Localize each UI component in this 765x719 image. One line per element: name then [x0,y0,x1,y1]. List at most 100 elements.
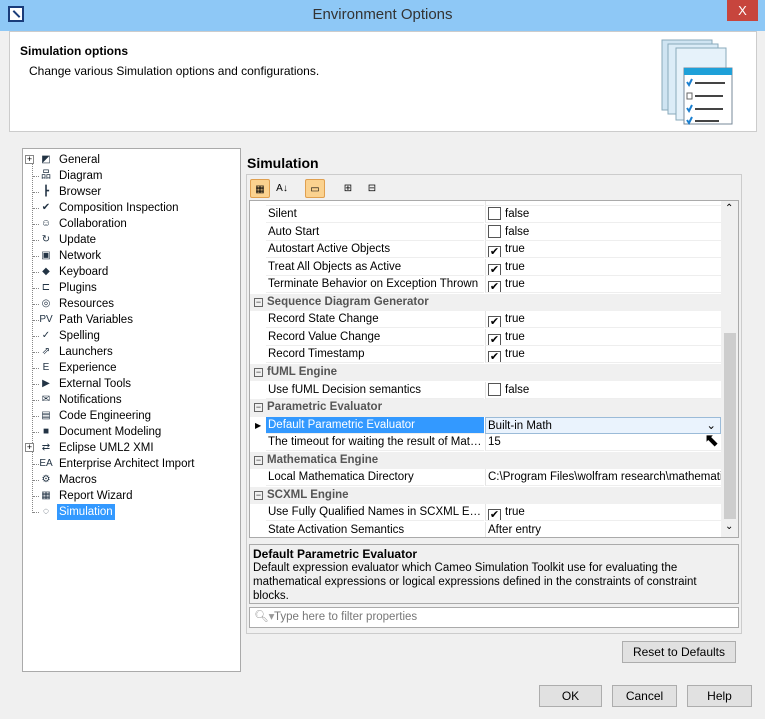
value-cell[interactable]: ✔ true [485,504,721,522]
property-row[interactable]: Silent false [250,206,721,224]
property-row[interactable]: ▶ Default Parametric Evaluator Built-in Ma… [250,416,721,435]
collapse-icon[interactable]: − [254,403,263,413]
property-name: Auto Start [266,223,484,241]
macros-icon: ⚙ [41,474,51,485]
panel-title: Simulation [247,155,319,171]
cancel-button[interactable]: Cancel [612,685,677,707]
checkbox[interactable]: ✔ [488,333,501,345]
property-row[interactable]: State Activation Semantics After entry [250,521,721,537]
plugins-icon: ⊏ [41,282,51,293]
property-value: true [505,330,525,343]
value-cell[interactable]: C:\Program Files\wolfram research\mathem… [485,469,721,487]
evaluator-dropdown[interactable]: Built-in Math ⌄ [485,416,721,434]
tree-item-label: Code Engineering [59,410,152,422]
expand-icon[interactable]: + [25,443,34,452]
checkbox[interactable]: ✔ [488,351,501,363]
category-header[interactable]: − fUML Engine [250,363,721,382]
ea-icon: EA [39,458,53,469]
collapse-all-button[interactable]: ⊟ [362,179,382,198]
document-modeling-icon: ■ [42,426,50,437]
property-value: C:\Program Files\wolfram research\mathem… [488,471,721,484]
help-button[interactable]: Help [687,685,752,707]
ok-button[interactable]: OK [539,685,602,707]
value-cell[interactable]: 15 [485,434,721,452]
property-row[interactable]: Record Timestamp ✔ true [250,346,721,364]
tree-item-label: Notifications [59,394,122,406]
property-row[interactable]: Use Fully Qualified Names in SCXML Expor… [250,504,721,522]
value-cell[interactable]: false [485,223,721,241]
tree-item-label: Plugins [59,282,97,294]
categorized-view-button[interactable]: ▦ [250,179,270,198]
property-row[interactable]: Record Value Change ✔ true [250,328,721,347]
checkbox[interactable]: ✔ [488,281,501,293]
checkbox[interactable] [488,207,501,220]
property-row[interactable]: Record State Change ✔ true [250,311,721,329]
collaboration-icon: ☺ [40,218,52,229]
checkbox[interactable] [488,224,501,238]
collapse-icon[interactable]: − [254,297,263,307]
checkbox[interactable]: ✔ [488,509,501,521]
expand-icon[interactable]: + [25,155,34,164]
category-header[interactable]: − Sequence Diagram Generator [250,293,721,312]
value-cell[interactable]: false [485,381,721,399]
tree-item-label: Launchers [59,346,113,358]
property-row[interactable]: The timeout for waiting the result of Ma… [250,434,721,452]
close-button[interactable]: X [727,0,758,21]
tree-item-label: General [59,154,100,166]
category-header[interactable]: − Mathematica Engine [250,451,721,470]
property-row[interactable]: Terminate Behavior on Exception Thrown ✔ t… [250,276,721,294]
search-icon[interactable]: 🔍︎▾ [254,608,274,627]
expand-all-button[interactable]: ⊞ [338,179,358,198]
property-name: Treat All Objects as Active [266,258,484,276]
scroll-up-icon[interactable]: ⌃ [725,203,733,214]
tree-item-label: Composition Inspection [59,202,179,214]
property-row[interactable]: Auto Start false [250,223,721,242]
collapse-icon[interactable]: − [254,455,263,465]
value-cell[interactable]: ✔ true [485,241,721,259]
property-value: true [505,348,525,361]
checkbox[interactable]: ✔ [488,263,501,275]
value-cell[interactable]: false [485,206,721,223]
row-pointer-icon: ▶ [255,420,262,430]
checkbox[interactable]: ✔ [488,316,501,328]
tree-item-label: Network [59,250,102,262]
sort-alphabetically-button[interactable]: A↓ [272,179,292,198]
diagram-icon: 品 [41,170,51,181]
report-wizard-icon: ▦ [41,490,51,501]
value-cell[interactable]: ✔ true [485,276,721,294]
value-cell[interactable]: ✔ true [485,328,721,346]
options-tree: + ◩ General 品 Diagram ┣ Browser ✔ Composition In… [22,148,241,672]
collapse-icon[interactable]: − [254,490,263,500]
property-value: Built-in Math [488,419,552,432]
tree-item-label: Eclipse UML2 XMI [59,442,154,454]
property-row[interactable]: Treat All Objects as Active ✔ true [250,258,721,277]
header-subtitle: Change various Simulation options and co… [29,64,320,78]
scroll-down-icon[interactable]: ⌄ [725,521,733,532]
value-cell[interactable]: ✔ true [485,346,721,364]
show-description-button[interactable]: ▭ [305,179,325,198]
eclipse-icon: ⇄ [41,442,51,453]
property-value: true [505,313,525,326]
property-value: true [505,243,525,256]
checkbox[interactable] [488,382,501,396]
property-row[interactable]: Use fUML Decision semantics false [250,381,721,400]
tree-item-label: Macros [59,474,97,486]
tree-item-label: Resources [59,298,114,310]
property-name: Local Mathematica Directory [266,469,484,487]
property-row[interactable]: Local Mathematica Directory C:\Program Fi… [250,469,721,487]
value-cell[interactable]: ✔ true [485,258,721,276]
value-cell[interactable]: After entry [485,521,721,537]
checkbox[interactable]: ✔ [488,246,501,258]
property-row[interactable]: Autostart Active Objects ✔ true [250,241,721,259]
category-label: SCXML Engine [267,488,349,501]
network-icon: ▣ [41,250,51,261]
collapse-icon[interactable]: − [254,367,263,377]
value-cell[interactable]: ✔ true [485,311,721,329]
filter-input[interactable]: 🔍︎▾ Type here to filter properties [249,607,739,628]
scrollbar-thumb[interactable] [724,333,736,519]
property-value: false [505,208,530,220]
reset-to-defaults-button[interactable]: Reset to Defaults [622,641,736,663]
tree-item-label: Experience [59,362,117,374]
category-header[interactable]: − SCXML Engine [250,486,721,505]
category-header[interactable]: − Parametric Evaluator [250,399,721,417]
